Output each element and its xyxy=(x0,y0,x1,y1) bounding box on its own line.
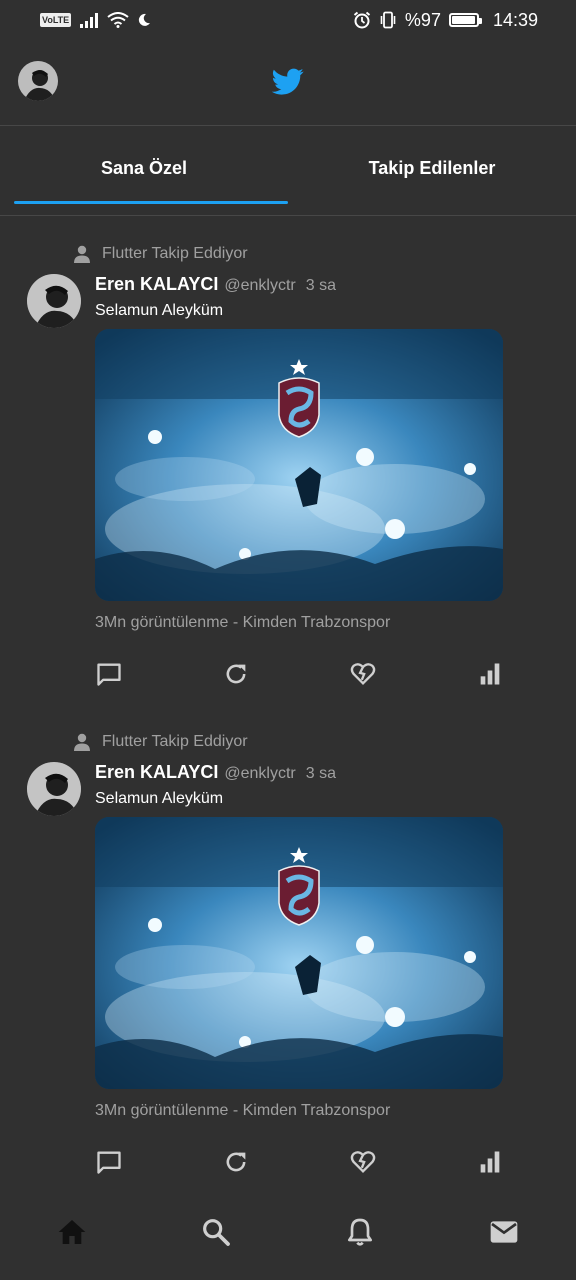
retweet-icon[interactable] xyxy=(222,660,250,688)
tweet-views: 3Mn görüntülenme - Kimden Trabzonspor xyxy=(95,1102,391,1119)
stats-icon[interactable] xyxy=(476,1148,504,1176)
battery-level xyxy=(451,16,476,24)
comment-icon[interactable] xyxy=(95,660,123,688)
status-bar: VoLTE %97 14:39 xyxy=(0,0,576,40)
person-icon xyxy=(74,245,90,263)
avatar-image xyxy=(27,762,81,816)
author-avatar[interactable] xyxy=(27,274,81,328)
tweet-actions xyxy=(95,660,505,690)
tweet-time: 3 sa xyxy=(305,277,336,294)
tweet-text: Selamun Aleyküm xyxy=(95,790,224,807)
avatar-image xyxy=(27,274,81,328)
profile-avatar[interactable] xyxy=(18,61,58,101)
tab-following[interactable]: Takip Edilenler xyxy=(288,126,576,215)
tweet-card[interactable]: Flutter Takip Eddiyor Eren KALAYCI @enkl… xyxy=(0,216,576,704)
tab-for-you[interactable]: Sana Özel xyxy=(0,126,288,215)
battery-percent: %97 xyxy=(404,9,441,30)
signal-icon xyxy=(80,13,99,28)
social-context-label: Flutter Takip Eddiyor xyxy=(102,733,248,750)
author-name[interactable]: Eren KALAYCI xyxy=(95,762,218,783)
tweet-views: 3Mn görüntülenme - Kimden Trabzonspor xyxy=(95,614,391,631)
comment-icon[interactable] xyxy=(95,1148,123,1176)
notifications-icon[interactable] xyxy=(344,1216,376,1248)
battery-icon xyxy=(448,13,482,27)
social-context: Flutter Takip Eddiyor xyxy=(72,244,248,264)
author-handle[interactable]: @enklyctr xyxy=(224,277,295,295)
tweet-media-image[interactable] xyxy=(95,817,503,1089)
tweet-header: Eren KALAYCI @enklyctr 3 sa xyxy=(95,274,336,295)
author-name[interactable]: Eren KALAYCI xyxy=(95,274,218,295)
tweet-header: Eren KALAYCI @enklyctr 3 sa xyxy=(95,762,336,783)
tweet-actions xyxy=(95,1148,505,1178)
vibrate-icon xyxy=(380,11,396,29)
moon-icon xyxy=(139,13,151,26)
avatar-image xyxy=(18,61,58,101)
search-icon[interactable] xyxy=(200,1216,232,1248)
stadium-photo xyxy=(95,329,503,601)
person-icon xyxy=(74,733,90,751)
status-bar-left: VoLTE xyxy=(40,12,151,28)
tab-label: Sana Özel xyxy=(100,158,188,178)
tweet-text: Selamun Aleyküm xyxy=(95,302,224,319)
author-handle[interactable]: @enklyctr xyxy=(224,765,295,783)
active-tab-indicator xyxy=(14,201,288,204)
tweet-card[interactable]: Flutter Takip Eddiyor Eren KALAYCI @enkl… xyxy=(0,704,576,1192)
author-avatar[interactable] xyxy=(27,762,81,816)
tab-label: Takip Edilenler xyxy=(368,158,496,178)
retweet-icon[interactable] xyxy=(222,1148,250,1176)
twitter-bird-icon xyxy=(272,68,304,95)
like-icon[interactable] xyxy=(349,1148,377,1176)
wifi-icon xyxy=(107,12,129,28)
like-icon[interactable] xyxy=(349,660,377,688)
bottom-navigation xyxy=(0,1200,576,1270)
messages-icon[interactable] xyxy=(488,1216,520,1248)
stadium-photo xyxy=(95,817,503,1089)
stats-icon[interactable] xyxy=(476,660,504,688)
home-icon[interactable] xyxy=(56,1216,88,1248)
volte-badge: VoLTE xyxy=(40,13,72,27)
alarm-icon xyxy=(353,11,371,29)
social-context: Flutter Takip Eddiyor xyxy=(72,732,248,752)
feed-tabs: Sana Özel Takip Edilenler xyxy=(0,126,576,216)
clock: 14:39 xyxy=(492,9,538,30)
app-bar xyxy=(0,40,576,126)
social-context-label: Flutter Takip Eddiyor xyxy=(102,245,248,262)
tweet-media-image[interactable] xyxy=(95,329,503,601)
tweet-time: 3 sa xyxy=(305,765,336,782)
status-bar-right: %97 14:39 xyxy=(353,10,538,31)
